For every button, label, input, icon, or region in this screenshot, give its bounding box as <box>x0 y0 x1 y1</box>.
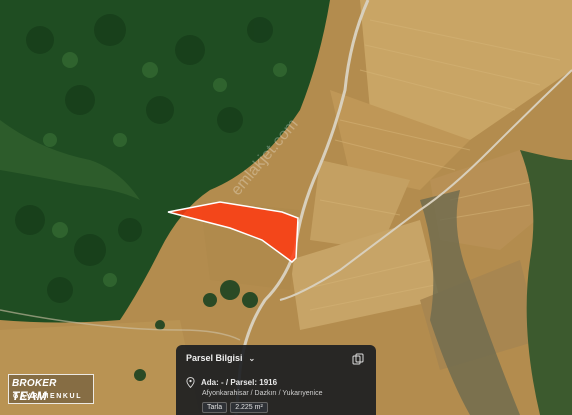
copy-icon[interactable] <box>352 353 364 365</box>
logo-broker: BROKER <box>12 378 57 389</box>
card-header[interactable]: Parsel Bilgisi ⌄ <box>186 353 255 363</box>
logo-line-2: GAYRİMENKUL <box>13 393 83 400</box>
parcel-id-row: Ada: - / Parsel: 1916 <box>186 377 277 388</box>
broker-team-logo: BROKER TEAM GAYRİMENKUL <box>8 374 94 404</box>
ada-parsel: Ada: - / Parsel: 1916 <box>201 378 278 387</box>
chevron-down-icon[interactable]: ⌄ <box>249 354 256 363</box>
type-badge: Tarla <box>202 402 228 413</box>
card-title: Parsel Bilgisi <box>186 353 243 363</box>
map-pin-icon <box>186 377 195 388</box>
parcel-badges: Tarla 2.225 m² <box>202 402 268 413</box>
parcel-location: Afyonkarahisar / Dazkırı / Yukarıyenice <box>202 390 323 397</box>
parcel-info-card[interactable]: Parsel Bilgisi ⌄ Ada: - / Parsel: 1916 A… <box>176 345 376 415</box>
area-badge: 2.225 m² <box>230 402 268 413</box>
